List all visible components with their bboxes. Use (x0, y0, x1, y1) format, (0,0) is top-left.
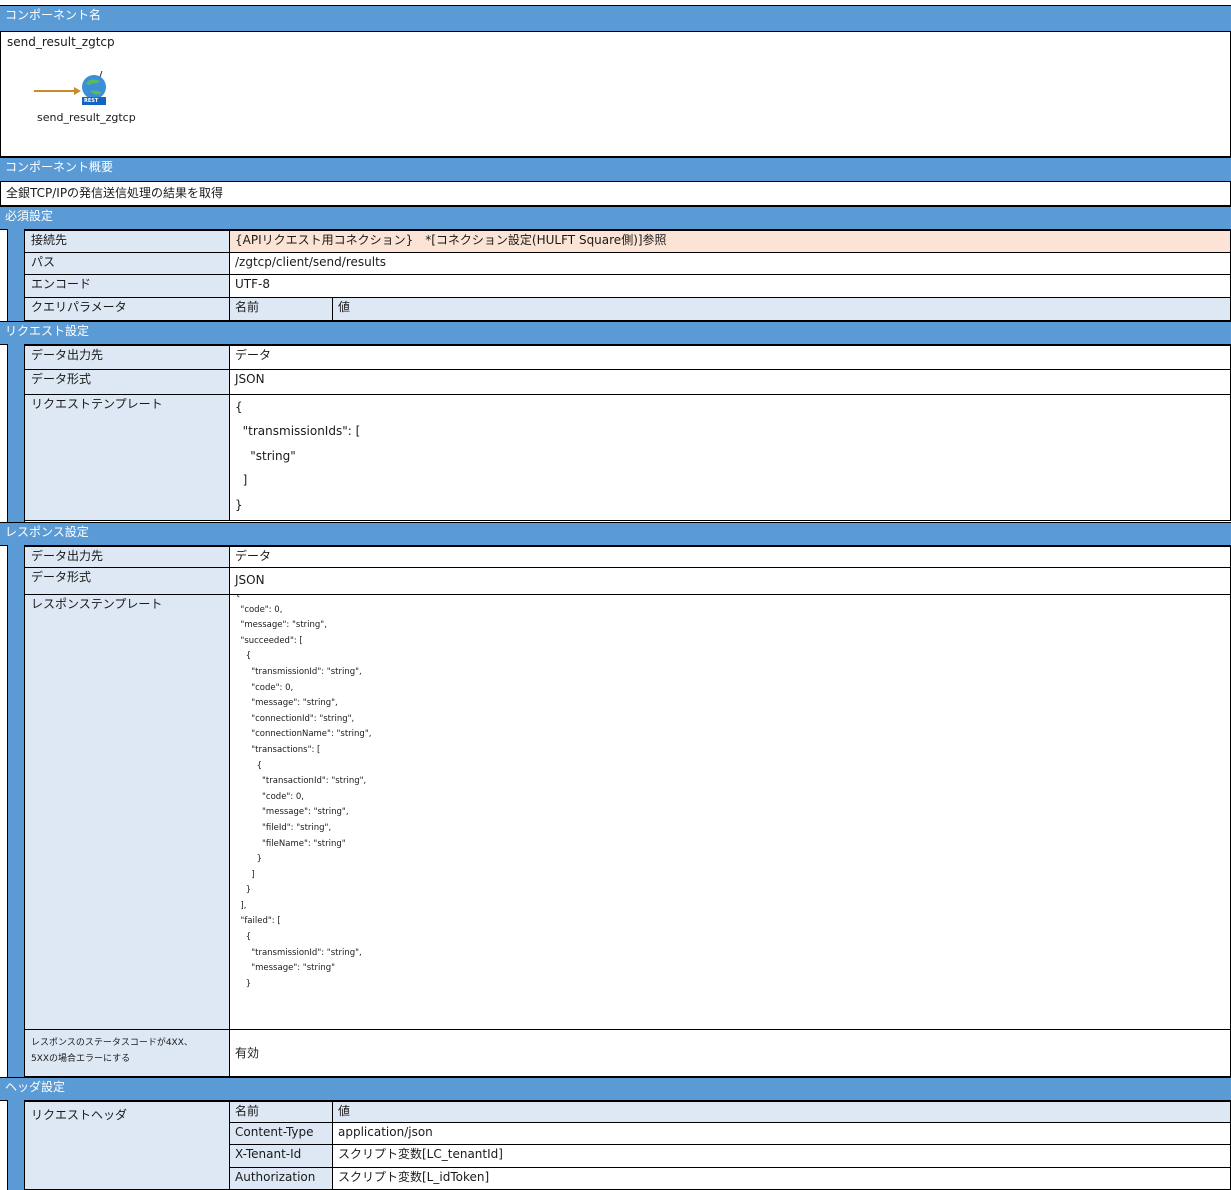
status-error-label-line1: レスポンスのステータスコードが4XX、 (31, 1038, 193, 1048)
query-value-column: 値 (332, 297, 1231, 321)
header-row-name: Authorization (229, 1167, 333, 1190)
component-name-value: send_result_zgtcp (7, 35, 115, 49)
status-error-value: 有効 (229, 1029, 1231, 1077)
path-value: /zgtcp/client/send/results (229, 252, 1231, 275)
path-label: パス (24, 252, 230, 275)
request-template-value: { "transmissionIds": [ "string" ] } (229, 394, 1231, 521)
response-format-value: JSON (229, 567, 1231, 595)
status-error-label-line2: 5XXの場合エラーにする (31, 1054, 131, 1064)
required-indent (7, 229, 25, 322)
header-row-value: application/json (332, 1122, 1231, 1145)
query-name-column: 名前 (229, 297, 333, 321)
request-output-value: データ (229, 345, 1231, 370)
header-row-value: スクリプト変数[LC_tenantId] (332, 1144, 1231, 1168)
request-indent (7, 344, 25, 522)
response-template-label: レスポンステンプレート (24, 594, 230, 1030)
response-indent (7, 545, 25, 678)
required-settings-header: 必須設定 (0, 206, 1231, 230)
request-settings-header: リクエスト設定 (0, 321, 1231, 345)
request-header-label: リクエストヘッダ (24, 1101, 230, 1190)
component-name-header: コンポーネント名 (0, 5, 1231, 32)
request-template-label: リクエストテンプレート (24, 394, 230, 521)
response-indent-2 (7, 677, 25, 1077)
component-overview-header: コンポーネント概要 (0, 157, 1231, 182)
response-output-value: データ (229, 546, 1231, 568)
header-indent (7, 1100, 25, 1190)
component-icon-label: send_result_zgtcp (37, 111, 136, 124)
response-template-value: { "code": 0, "message": "string", "succe… (229, 594, 1231, 1030)
header-row-name: X-Tenant-Id (229, 1144, 333, 1168)
component-overview-value: 全銀TCP/IPの発信送信処理の結果を取得 (0, 181, 1231, 206)
header-value-column: 値 (332, 1101, 1231, 1123)
rest-badge-text: REST (84, 98, 99, 104)
response-template-json: { "code": 0, "message": "string", "succe… (235, 594, 372, 989)
response-format-label: データ形式 (24, 567, 230, 595)
component-name-panel: send_result_zgtcp REST send_result_zgtcp (0, 31, 1231, 157)
encode-value: UTF-8 (229, 274, 1231, 298)
connection-label: 接続先 (24, 230, 230, 253)
query-params-label: クエリパラメータ (24, 297, 230, 321)
encode-label: エンコード (24, 274, 230, 298)
header-row-name: Content-Type (229, 1122, 333, 1145)
status-error-label: レスポンスのステータスコードが4XX、 5XXの場合エラーにする (24, 1029, 230, 1077)
connection-value: {APIリクエスト用コネクション} *[コネクション設定(HULFT Squar… (229, 230, 1231, 253)
rest-component-icon: REST (34, 70, 114, 107)
header-name-column: 名前 (229, 1101, 333, 1123)
response-output-label: データ出力先 (24, 546, 230, 568)
header-settings-header: ヘッダ設定 (0, 1077, 1231, 1101)
request-format-value: JSON (229, 369, 1231, 395)
request-output-label: データ出力先 (24, 345, 230, 370)
header-row-value: スクリプト変数[L_idToken] (332, 1167, 1231, 1190)
response-settings-header: レスポンス設定 (0, 522, 1231, 546)
request-format-label: データ形式 (24, 369, 230, 395)
request-template-json: { "transmissionIds": [ "string" ] } (235, 400, 361, 512)
